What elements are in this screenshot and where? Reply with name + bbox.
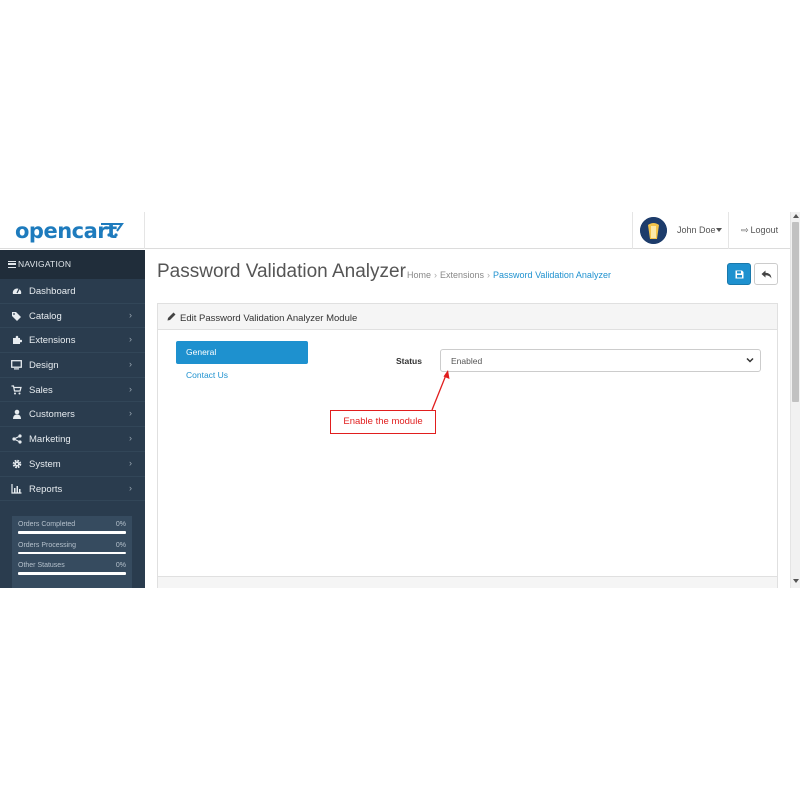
app-screen: opencart John Doe ⇨ Logout NAVIGATION Da… [0, 212, 800, 588]
annotation-arrow [431, 370, 450, 411]
annotation-callout: Enable the module [330, 410, 436, 434]
